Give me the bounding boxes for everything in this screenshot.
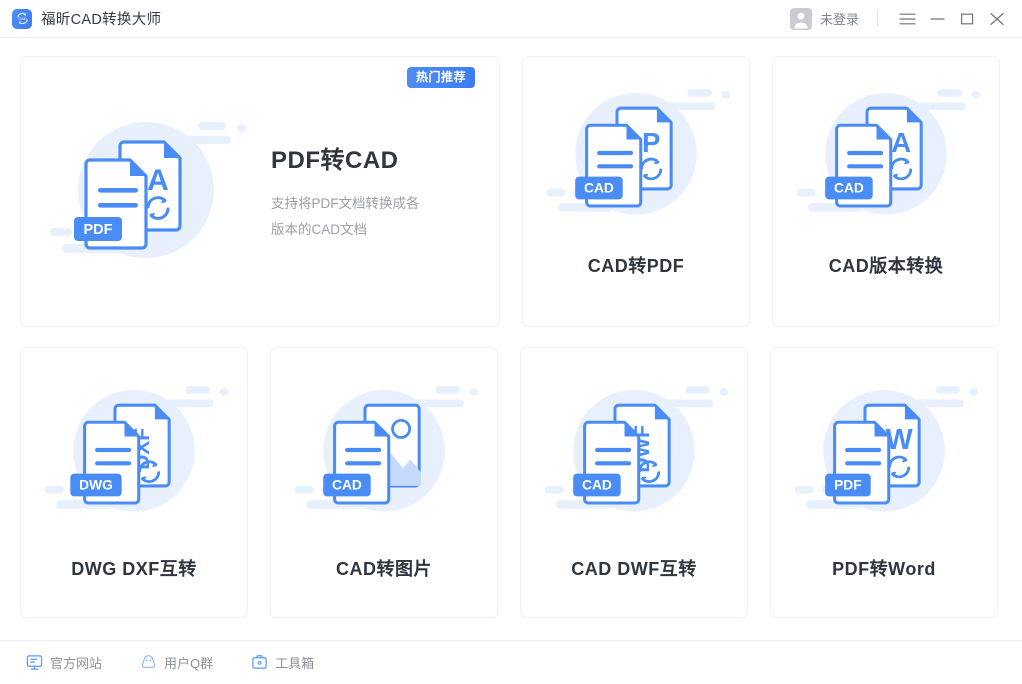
minimize-icon[interactable] xyxy=(922,4,952,34)
footer-item-official-website[interactable]: 官方网站 xyxy=(26,653,102,672)
toolbox-icon xyxy=(251,654,268,671)
svg-text:A: A xyxy=(891,127,911,158)
svg-text:CAD: CAD xyxy=(18,16,26,21)
svg-text:A: A xyxy=(147,164,169,197)
monitor-icon xyxy=(26,654,43,671)
card-title: CAD转PDF xyxy=(588,252,685,278)
card-cad-dwf-convert[interactable]: DWF xyxy=(520,347,748,618)
footer-item-label: 官方网站 xyxy=(50,653,102,672)
card-title: CAD DWF互转 xyxy=(571,555,696,581)
card-title: DWG DXF互转 xyxy=(71,555,197,581)
card-cad-to-pdf[interactable]: P xyxy=(522,56,750,327)
titlebar-right-group: 未登录 xyxy=(790,4,1012,34)
cad-convert-logo-icon: CAD xyxy=(12,9,32,29)
featured-desc-line-2: 版本的CAD文档 xyxy=(271,217,461,243)
card-row-1: 热门推荐 A xyxy=(20,56,1004,327)
titlebar-divider xyxy=(877,10,878,27)
featured-desc-line-1: 支持将PDF文档转换成各 xyxy=(271,191,461,217)
status-badge: 热门推荐 xyxy=(407,67,475,88)
title-bar: CAD 福昕CAD转换大师 未登录 xyxy=(0,0,1022,38)
card-dwg-dxf-convert[interactable]: DXF xyxy=(20,347,248,618)
card-row-2: DXF xyxy=(20,347,1004,618)
cad-to-image-icon: CAD xyxy=(289,372,479,545)
svg-text:CAD: CAD xyxy=(584,181,614,196)
dwg-dxf-icon: DXF xyxy=(39,372,229,545)
footer-bar: 官方网站 用户Q群 工具箱 xyxy=(0,640,1022,684)
pdf-to-cad-icon: A xyxy=(21,104,271,279)
maximize-icon[interactable] xyxy=(952,4,982,34)
svg-text:PDF: PDF xyxy=(84,222,113,238)
card-pdf-to-word[interactable]: W xyxy=(770,347,998,618)
card-title: PDF转Word xyxy=(832,555,936,581)
cad-version-icon: A xyxy=(791,75,981,248)
svg-text:CAD: CAD xyxy=(834,181,864,196)
svg-text:CAD: CAD xyxy=(332,478,362,493)
svg-text:P: P xyxy=(642,127,660,158)
card-cad-version-convert[interactable]: A xyxy=(772,56,1000,327)
featured-card-text: PDF转CAD 支持将PDF文档转换成各 版本的CAD文档 xyxy=(271,140,499,243)
featured-card-description: 支持将PDF文档转换成各 版本的CAD文档 xyxy=(271,191,461,243)
cad-dwf-icon: DWF xyxy=(539,372,729,545)
main-content: 热门推荐 A xyxy=(0,38,1022,640)
footer-item-label: 用户Q群 xyxy=(164,653,213,672)
qq-penguin-icon xyxy=(140,654,157,671)
account-status-label[interactable]: 未登录 xyxy=(820,9,859,28)
app-title: 福昕CAD转换大师 xyxy=(41,8,161,29)
cad-to-pdf-icon: P xyxy=(541,75,731,248)
hamburger-menu-icon[interactable] xyxy=(892,4,922,34)
page-title: PDF转CAD xyxy=(271,140,489,175)
svg-text:CAD: CAD xyxy=(582,478,612,493)
footer-item-qq-group[interactable]: 用户Q群 xyxy=(140,653,213,672)
svg-text:DWG: DWG xyxy=(79,478,113,493)
svg-text:PDF: PDF xyxy=(834,478,862,493)
avatar[interactable] xyxy=(790,8,812,30)
footer-item-label: 工具箱 xyxy=(275,653,314,672)
close-icon[interactable] xyxy=(982,4,1012,34)
footer-item-toolbox[interactable]: 工具箱 xyxy=(251,653,314,672)
card-cad-to-image[interactable]: CAD CAD转图片 xyxy=(270,347,498,618)
pdf-to-word-icon: W xyxy=(789,372,979,545)
card-pdf-to-cad[interactable]: 热门推荐 A xyxy=(20,56,500,327)
card-title: CAD转图片 xyxy=(336,555,432,581)
card-title: CAD版本转换 xyxy=(829,252,944,278)
